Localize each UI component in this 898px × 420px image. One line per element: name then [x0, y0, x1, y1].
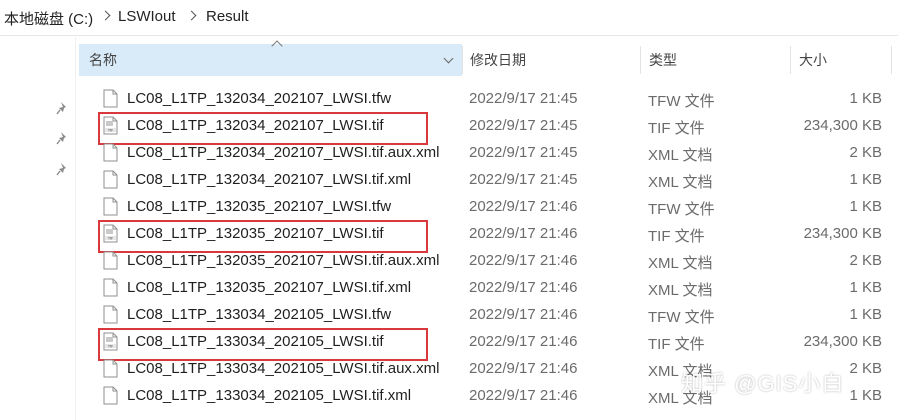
file-modified-date: 2022/9/17 21:46 [469, 387, 578, 404]
tif-file-icon: TIF [103, 332, 118, 351]
breadcrumb-separator-icon[interactable] [186, 10, 197, 21]
file-modified-date: 2022/9/17 21:46 [469, 279, 578, 296]
file-type: TFW 文件 [648, 309, 715, 326]
column-divider[interactable] [891, 46, 892, 74]
file-size: 234,300 KB [803, 225, 882, 242]
file-name: LC08_L1TP_132034_202107_LWSI.tif.aux.xml [127, 144, 440, 161]
file-size: 1 KB [849, 279, 882, 296]
file-row[interactable]: LC08_L1TP_132035_202107_LWSI.tfw 2022/9/1… [79, 193, 898, 220]
file-size: 1 KB [849, 387, 882, 404]
generic-file-icon [103, 386, 118, 405]
file-row[interactable]: LC08_L1TP_132034_202107_LWSI.tfw 2022/9/1… [79, 85, 898, 112]
column-filter-dropdown-icon[interactable] [443, 53, 454, 64]
file-name: LC08_L1TP_132035_202107_LWSI.tfw [127, 198, 392, 215]
file-size: 2 KB [849, 360, 882, 377]
breadcrumb-drive[interactable]: 本地磁盘 (C:) [4, 8, 93, 29]
file-name: LC08_L1TP_132034_202107_LWSI.tif [127, 117, 384, 134]
column-header-date-label: 修改日期 [470, 52, 526, 68]
file-type: TIF 文件 [648, 120, 705, 137]
file-name: LC08_L1TP_133034_202105_LWSI.tif.aux.xml [127, 360, 440, 377]
file-type: TFW 文件 [648, 93, 715, 110]
file-row[interactable]: LC08_L1TP_132035_202107_LWSI.tif.xml 2022… [79, 274, 898, 301]
file-name: LC08_L1TP_132035_202107_LWSI.tif.aux.xml [127, 252, 440, 269]
file-modified-date: 2022/9/17 21:45 [469, 117, 578, 134]
generic-file-icon [103, 170, 118, 189]
file-modified-date: 2022/9/17 21:45 [469, 144, 578, 161]
column-header-type[interactable]: 类型 [639, 44, 789, 76]
navigation-pane [0, 37, 76, 420]
file-modified-date: 2022/9/17 21:46 [469, 306, 578, 323]
column-header-size-label: 大小 [799, 52, 827, 68]
breadcrumb: 本地磁盘 (C:) LSWIout Result [0, 0, 898, 36]
file-row[interactable]: TIF LC08_L1TP_132035_202107_LWSI.tif 2022/… [79, 220, 898, 253]
file-row[interactable]: TIF LC08_L1TP_133034_202105_LWSI.tif 2022/… [79, 328, 898, 361]
file-modified-date: 2022/9/17 21:45 [469, 90, 578, 107]
pin-icon [56, 163, 66, 176]
file-row[interactable]: TIF LC08_L1TP_132034_202107_LWSI.tif 2022/… [79, 112, 898, 145]
file-size: 234,300 KB [803, 333, 882, 350]
generic-file-icon [103, 305, 118, 324]
file-modified-date: 2022/9/17 21:46 [469, 198, 578, 215]
generic-file-icon [103, 359, 118, 378]
generic-file-icon [103, 278, 118, 297]
breadcrumb-separator-icon[interactable] [100, 10, 111, 21]
file-name: LC08_L1TP_132034_202107_LWSI.tfw [127, 90, 392, 107]
file-size: 1 KB [849, 90, 882, 107]
tif-file-icon: TIF [103, 116, 118, 135]
file-name: LC08_L1TP_133034_202105_LWSI.tif.xml [127, 387, 412, 404]
file-row[interactable]: LC08_L1TP_132035_202107_LWSI.tif.aux.xml… [79, 247, 898, 274]
file-row[interactable]: LC08_L1TP_132034_202107_LWSI.tif.aux.xml… [79, 139, 898, 166]
file-name: LC08_L1TP_132035_202107_LWSI.tif [127, 225, 384, 242]
generic-file-icon [103, 251, 118, 270]
svg-text:TIF: TIF [107, 344, 113, 348]
file-modified-date: 2022/9/17 21:45 [469, 171, 578, 188]
file-type: TFW 文件 [648, 201, 715, 218]
column-header-name[interactable]: 名称 [79, 40, 462, 76]
file-modified-date: 2022/9/17 21:46 [469, 360, 578, 377]
file-size: 1 KB [849, 198, 882, 215]
file-size: 2 KB [849, 144, 882, 161]
pin-icon [56, 102, 66, 115]
generic-file-icon [103, 197, 118, 216]
file-name: LC08_L1TP_133034_202105_LWSI.tfw [127, 306, 392, 323]
file-type: XML 文档 [648, 282, 713, 299]
generic-file-icon [103, 143, 118, 162]
tif-file-icon: TIF [103, 224, 118, 243]
column-header-name-label: 名称 [89, 52, 117, 68]
file-modified-date: 2022/9/17 21:46 [469, 225, 578, 242]
file-type: TIF 文件 [648, 336, 705, 353]
file-type: XML 文档 [648, 174, 713, 191]
file-size: 234,300 KB [803, 117, 882, 134]
file-size: 1 KB [849, 306, 882, 323]
file-modified-date: 2022/9/17 21:46 [469, 333, 578, 350]
generic-file-icon [103, 89, 118, 108]
file-row[interactable]: LC08_L1TP_132034_202107_LWSI.tif.xml 2022… [79, 166, 898, 193]
file-size: 2 KB [849, 252, 882, 269]
file-modified-date: 2022/9/17 21:46 [469, 252, 578, 269]
file-list: LC08_L1TP_132034_202107_LWSI.tfw 2022/9/1… [79, 85, 898, 409]
file-type: XML 文档 [648, 255, 713, 272]
column-header-size[interactable]: 大小 [789, 44, 889, 76]
file-name: LC08_L1TP_133034_202105_LWSI.tif [127, 333, 384, 350]
svg-text:TIF: TIF [107, 236, 113, 240]
file-size: 1 KB [849, 171, 882, 188]
svg-text:TIF: TIF [107, 128, 113, 132]
sort-ascending-icon [271, 40, 283, 52]
column-header-date[interactable]: 修改日期 [460, 44, 638, 76]
breadcrumb-current[interactable]: Result [206, 8, 249, 25]
file-type: TIF 文件 [648, 228, 705, 245]
file-name: LC08_L1TP_132034_202107_LWSI.tif.xml [127, 171, 412, 188]
file-name: LC08_L1TP_132035_202107_LWSI.tif.xml [127, 279, 412, 296]
watermark: 知乎 @GIS小白 [681, 371, 845, 396]
file-type: XML 文档 [648, 147, 713, 164]
column-header-type-label: 类型 [649, 52, 677, 68]
pin-icon [56, 132, 66, 145]
column-header: 名称 修改日期 类型 大小 [79, 40, 898, 76]
file-row[interactable]: LC08_L1TP_133034_202105_LWSI.tfw 2022/9/1… [79, 301, 898, 328]
breadcrumb-folder[interactable]: LSWIout [118, 8, 176, 25]
